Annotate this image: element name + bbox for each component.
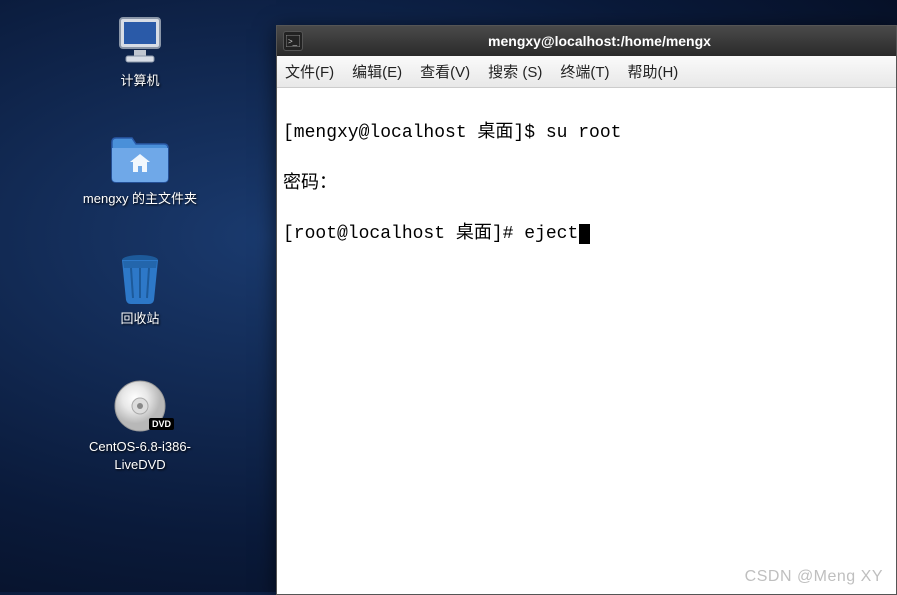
- terminal-app-icon: >_: [283, 31, 303, 51]
- desktop-icon-computer[interactable]: 计算机: [70, 12, 210, 90]
- dvd-badge: DVD: [149, 418, 174, 430]
- terminal-line: [mengxy@localhost 桌面]$ su root: [283, 121, 890, 146]
- menu-terminal[interactable]: 终端(T): [560, 61, 609, 82]
- desktop-icon-label: mengxy 的主文件夹: [83, 190, 197, 208]
- terminal-body[interactable]: [mengxy@localhost 桌面]$ su root 密码： [root…: [277, 88, 896, 594]
- terminal-line: 密码：: [283, 172, 890, 197]
- desktop-icon-label: CentOS-6.8-i386- LiveDVD: [89, 438, 191, 474]
- menu-search[interactable]: 搜索 (S): [488, 61, 542, 82]
- desktop-icon-label: 回收站: [120, 310, 159, 328]
- desktop-icon-home-folder[interactable]: mengxy 的主文件夹: [50, 130, 230, 208]
- watermark-text: CSDN @Meng XY: [745, 568, 883, 586]
- menu-file[interactable]: 文件(F): [285, 61, 334, 82]
- desktop-icon-label: 计算机: [120, 72, 159, 90]
- menu-help[interactable]: 帮助(H): [627, 61, 678, 82]
- terminal-window: >_ mengxy@localhost:/home/mengx 文件(F) 编辑…: [276, 25, 897, 595]
- trash-icon: [108, 250, 172, 306]
- desktop-icon-dvd[interactable]: DVD CentOS-6.8-i386- LiveDVD: [50, 378, 230, 474]
- window-titlebar[interactable]: >_ mengxy@localhost:/home/mengx: [277, 26, 896, 56]
- dvd-icon: DVD: [108, 378, 172, 434]
- menu-edit[interactable]: 编辑(E): [352, 61, 402, 82]
- terminal-prompt-text: [root@localhost 桌面]# eject: [283, 224, 578, 244]
- folder-icon: [108, 130, 172, 186]
- desktop-icon-trash[interactable]: 回收站: [70, 250, 210, 328]
- terminal-line: [root@localhost 桌面]# eject: [283, 222, 890, 247]
- window-title: mengxy@localhost:/home/mengx: [309, 33, 890, 49]
- terminal-cursor: [579, 224, 590, 244]
- terminal-menubar: 文件(F) 编辑(E) 查看(V) 搜索 (S) 终端(T) 帮助(H): [277, 56, 896, 88]
- computer-icon: [108, 12, 172, 68]
- svg-text:>_: >_: [288, 37, 298, 46]
- menu-view[interactable]: 查看(V): [420, 61, 470, 82]
